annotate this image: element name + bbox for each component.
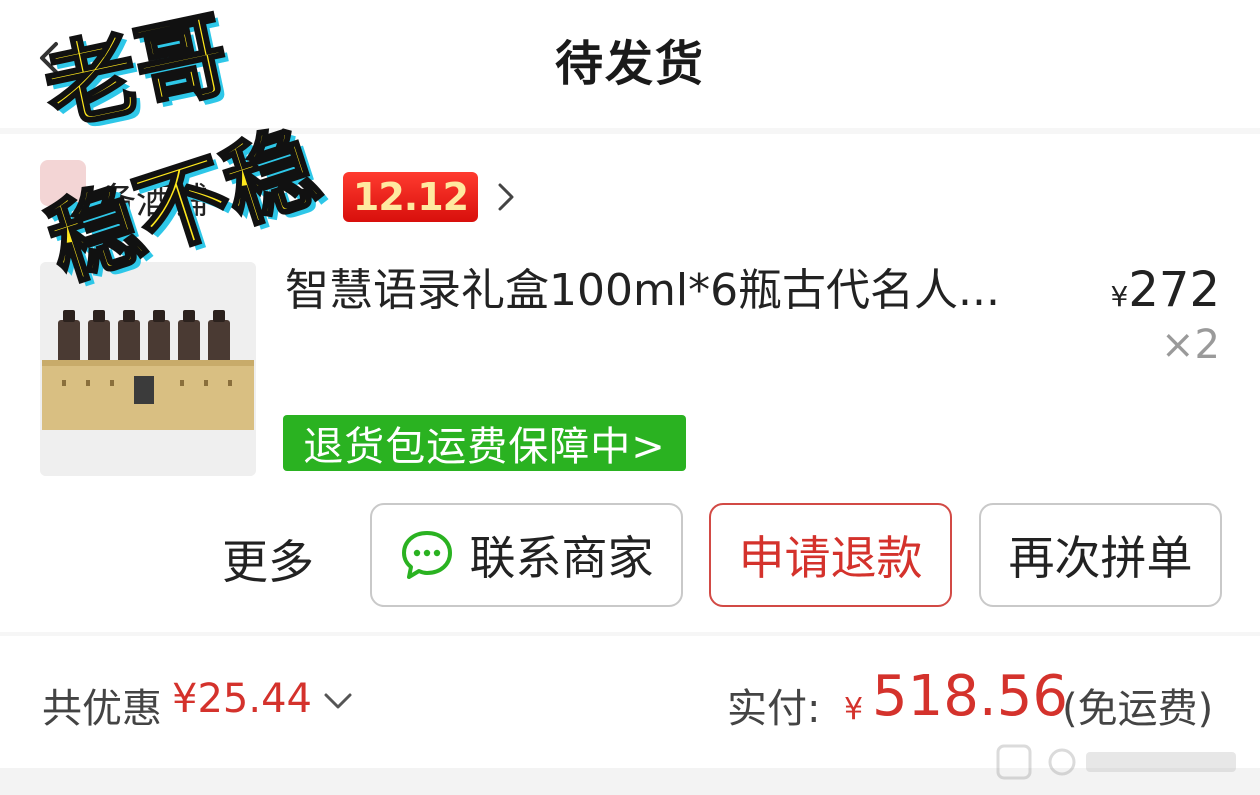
section-divider xyxy=(0,632,1260,636)
paid-amount: 518.56 xyxy=(872,664,1068,729)
chat-bubble-icon xyxy=(401,531,452,579)
order-page: 待发货 备酒铺 12.12 智慧语录礼盒100ml*6瓶古代名人... ¥272… xyxy=(0,0,1260,795)
contact-merchant-label: 联系商家 xyxy=(469,531,654,585)
header-divider xyxy=(0,128,1260,134)
paid-currency: ¥ xyxy=(844,692,864,727)
watermark-logo xyxy=(996,744,1236,780)
product-title[interactable]: 智慧语录礼盒100ml*6瓶古代名人... xyxy=(285,262,1075,320)
product-quantity: ×2 xyxy=(1161,322,1220,368)
more-button[interactable]: 更多 xyxy=(222,526,314,592)
product-image[interactable] xyxy=(40,262,256,476)
shipping-guarantee-tag[interactable]: 退货包运费保障中> xyxy=(283,415,686,471)
reorder-button[interactable]: 再次拼单 xyxy=(979,503,1222,607)
gift-box-illustration xyxy=(40,262,256,476)
page-title: 待发货 xyxy=(554,36,705,92)
chevron-down-icon[interactable] xyxy=(322,690,354,712)
promo-badge: 12.12 xyxy=(343,172,478,222)
discount-label[interactable]: 共优惠 xyxy=(42,676,162,734)
shipping-note: (免运费) xyxy=(1062,686,1214,732)
store-name[interactable]: 备酒铺 xyxy=(100,172,208,224)
discount-amount[interactable]: ¥25.44 xyxy=(172,676,312,722)
product-price: ¥272 xyxy=(1111,262,1220,318)
top-bar: 待发货 xyxy=(0,0,1260,128)
request-refund-button[interactable]: 申请退款 xyxy=(709,503,952,607)
price-currency: ¥ xyxy=(1110,280,1129,313)
contact-merchant-button[interactable]: 联系商家 xyxy=(370,503,683,607)
paid-label: 实付: xyxy=(727,686,821,732)
price-value: 272 xyxy=(1128,262,1220,318)
chevron-right-icon[interactable] xyxy=(494,180,518,214)
store-avatar[interactable] xyxy=(40,160,86,206)
